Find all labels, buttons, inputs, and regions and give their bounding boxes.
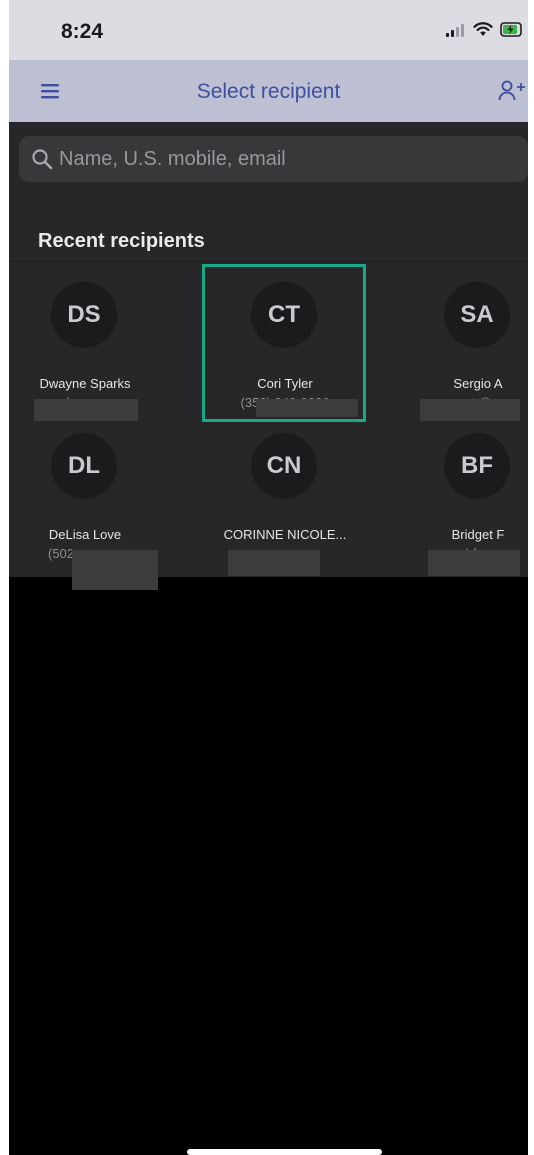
status-time: 8:24	[61, 20, 104, 43]
avatar: BF	[444, 433, 510, 499]
recipient-item[interactable]: BF Bridget F bf c.	[393, 415, 534, 565]
avatar: CN	[251, 433, 317, 499]
search-bar[interactable]	[19, 136, 528, 182]
avatar: SA	[444, 282, 510, 348]
search-icon	[32, 149, 53, 170]
recipient-name: Sergio A	[453, 376, 503, 391]
wifi-icon	[473, 22, 493, 36]
recipient-item[interactable]: CT Cori Tyler (352) 842-9026	[200, 264, 370, 414]
redaction-block	[428, 550, 520, 576]
home-indicator	[187, 1149, 382, 1155]
redaction-block	[34, 399, 138, 421]
avatar: DL	[51, 433, 117, 499]
redaction-block	[420, 399, 520, 421]
add-contact-icon	[498, 80, 525, 101]
frame-edge-left	[0, 0, 9, 1155]
redaction-block	[72, 550, 158, 590]
avatar: DS	[51, 282, 117, 348]
recipient-name: CORINNE NICOLE...	[223, 527, 347, 542]
add-contact-button[interactable]	[498, 79, 528, 103]
frame-edge-right	[528, 0, 534, 1155]
search-input[interactable]	[59, 147, 528, 171]
battery-charging-icon	[500, 22, 522, 37]
recipient-name: Cori Tyler	[257, 376, 313, 391]
page-title: Select recipient	[196, 80, 341, 103]
recipient-item[interactable]: DL DeLisa Love (502	[0, 415, 170, 565]
recipient-name: DeLisa Love	[48, 527, 122, 542]
recipient-item[interactable]: SA Sergio A est @g	[393, 264, 534, 414]
recipient-item[interactable]: CN CORINNE NICOLE... co .com	[200, 415, 370, 565]
redaction-block	[228, 550, 320, 576]
recipient-name: Dwayne Sparks	[39, 376, 131, 391]
avatar: CT	[251, 282, 317, 348]
section-title-recent: Recent recipients	[38, 230, 205, 252]
section-divider	[9, 261, 528, 262]
phone-screen: 8:24 Select recipient Name, U.S. mobile,…	[0, 0, 534, 1155]
navigation-bar: Select recipient	[9, 60, 528, 122]
redaction-block	[256, 399, 358, 417]
status-bar: 8:24	[9, 0, 528, 60]
signal-icon	[446, 23, 464, 37]
recipient-name: Bridget F	[451, 527, 505, 542]
status-icons	[446, 22, 524, 37]
recipient-item[interactable]: DS Dwayne Sparks dw ou...	[0, 264, 170, 414]
